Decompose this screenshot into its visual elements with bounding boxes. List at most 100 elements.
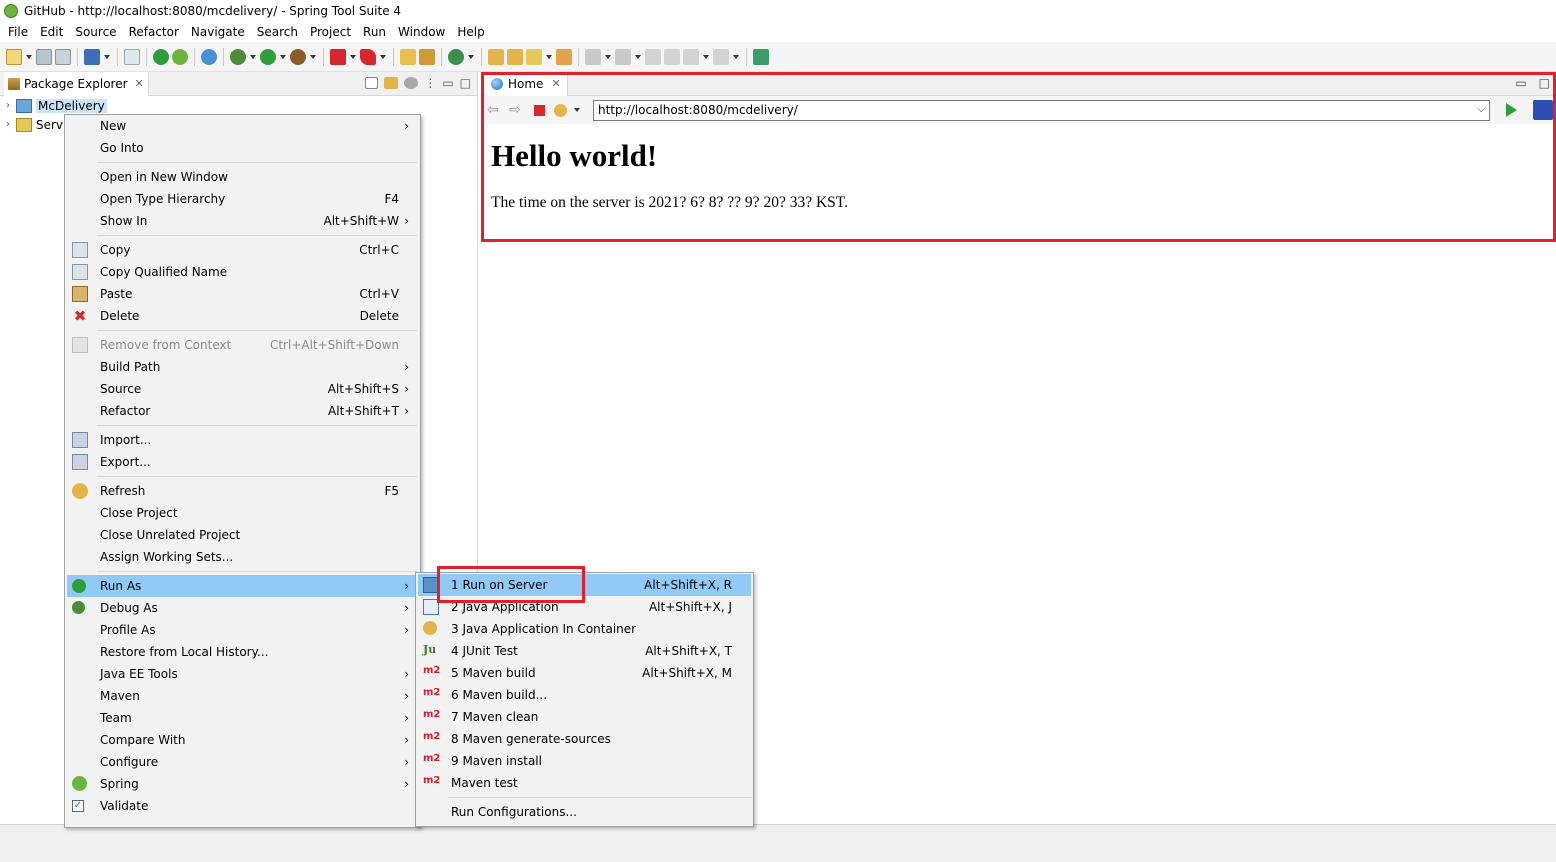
- menu-file[interactable]: File: [2, 25, 34, 39]
- new-class-dropdown-icon[interactable]: [467, 49, 475, 65]
- new-icon[interactable]: [6, 48, 22, 65]
- save-all-icon[interactable]: [55, 48, 71, 65]
- view-menu-icon[interactable]: ⋮: [424, 76, 436, 90]
- expand-arrow-icon[interactable]: ›: [6, 100, 16, 111]
- minimize-icon[interactable]: ▭: [1515, 76, 1526, 90]
- submenu-item-java-application-in-container[interactable]: 3 Java Application In Container: [418, 618, 751, 640]
- menu-item-run-as[interactable]: Run As ›: [67, 575, 418, 597]
- menu-window[interactable]: Window: [392, 25, 451, 39]
- maximize-icon[interactable]: □: [1539, 76, 1550, 90]
- close-icon[interactable]: ✕: [551, 77, 560, 90]
- run-dropdown-icon[interactable]: [279, 49, 287, 65]
- terminal-icon[interactable]: [84, 48, 100, 65]
- focus-icon[interactable]: [404, 77, 419, 89]
- open-type-icon[interactable]: [488, 48, 504, 65]
- submenu-item-run-configurations[interactable]: Run Configurations...: [418, 801, 751, 823]
- launch-server-icon[interactable]: [360, 48, 376, 65]
- open-perspective-icon[interactable]: [753, 48, 769, 65]
- new-dropdown-icon[interactable]: [25, 49, 33, 65]
- forward-icon[interactable]: ⇨: [509, 102, 525, 118]
- menu-item-profile-as[interactable]: Profile As ›: [67, 619, 418, 641]
- menu-item-export[interactable]: Export...: [67, 451, 418, 473]
- menu-item-open-in-new-window[interactable]: Open in New Window: [67, 166, 418, 188]
- menu-item-debug-as[interactable]: Debug As ›: [67, 597, 418, 619]
- maximize-icon[interactable]: □: [460, 76, 471, 90]
- forward-edit-icon[interactable]: [664, 48, 680, 65]
- submenu-item-maven-generate-sources[interactable]: m2 8 Maven generate-sources: [418, 728, 751, 750]
- menu-item-java-ee-tools[interactable]: Java EE Tools ›: [67, 663, 418, 685]
- search-icon[interactable]: [526, 48, 542, 65]
- menu-item-assign-working-sets[interactable]: Assign Working Sets...: [67, 546, 418, 568]
- stop-icon[interactable]: [534, 104, 545, 116]
- go-icon[interactable]: [1506, 103, 1517, 117]
- menu-item-team[interactable]: Team ›: [67, 707, 418, 729]
- url-input[interactable]: http://localhost:8080/mcdelivery/ ⌵: [593, 99, 1490, 121]
- tab-home[interactable]: Home ✕: [485, 71, 568, 96]
- menu-item-validate[interactable]: ✓ Validate: [67, 795, 418, 817]
- submenu-item-junit-test[interactable]: Ju 4 JUnit Test Alt+Shift+X, T: [418, 640, 751, 662]
- back-icon[interactable]: ⇦: [487, 102, 503, 118]
- menu-item-open-type-hierarchy[interactable]: Open Type Hierarchy F4: [67, 188, 418, 210]
- menu-item-configure[interactable]: Configure ›: [67, 751, 418, 773]
- menu-project[interactable]: Project: [304, 25, 357, 39]
- tab-package-explorer[interactable]: Package Explorer ✕: [4, 71, 149, 96]
- spring-icon[interactable]: [172, 48, 188, 65]
- stop-icon[interactable]: [330, 48, 346, 65]
- close-icon[interactable]: ✕: [135, 77, 144, 90]
- open-external-browser-icon[interactable]: [1533, 100, 1553, 120]
- globe-icon[interactable]: [201, 48, 217, 65]
- last-edit-icon[interactable]: [645, 48, 661, 65]
- external-tools-icon[interactable]: [290, 48, 306, 65]
- menu-item-restore-from-local-history[interactable]: Restore from Local History...: [67, 641, 418, 663]
- menu-item-show-in[interactable]: Show In Alt+Shift+W ›: [67, 210, 418, 232]
- debug-icon[interactable]: [230, 48, 246, 65]
- menu-item-maven[interactable]: Maven ›: [67, 685, 418, 707]
- skip-breakpoints-icon[interactable]: [124, 48, 140, 65]
- open-folder-icon[interactable]: [556, 48, 572, 65]
- tree-item-mcdelivery[interactable]: › McDelivery: [0, 96, 477, 115]
- menu-item-refresh[interactable]: Refresh F5: [67, 480, 418, 502]
- external-tools-dropdown-icon[interactable]: [309, 49, 317, 65]
- menu-item-remove-from-context[interactable]: Remove from Context Ctrl+Alt+Shift+Down: [67, 334, 418, 356]
- submenu-item-java-application[interactable]: 2 Java Application Alt+Shift+X, J: [418, 596, 751, 618]
- menu-item-close-unrelated-project[interactable]: Close Unrelated Project: [67, 524, 418, 546]
- submenu-item-maven-clean[interactable]: m2 7 Maven clean: [418, 706, 751, 728]
- menu-search[interactable]: Search: [251, 25, 304, 39]
- new-class-icon[interactable]: [448, 48, 464, 65]
- new-package-icon[interactable]: [419, 48, 435, 65]
- refresh-dropdown-icon[interactable]: [573, 102, 581, 118]
- menu-source[interactable]: Source: [69, 25, 122, 39]
- submenu-item-maven-build[interactable]: m2 5 Maven build Alt+Shift+X, M: [418, 662, 751, 684]
- previous-annotation-dropdown-icon[interactable]: [634, 49, 642, 65]
- new-java-project-icon[interactable]: [400, 48, 416, 65]
- collapse-all-icon[interactable]: [365, 77, 379, 89]
- menu-item-paste[interactable]: Paste Ctrl+V: [67, 283, 418, 305]
- save-icon[interactable]: [36, 48, 52, 65]
- submenu-item-maven-build-dialog[interactable]: m2 6 Maven build...: [418, 684, 751, 706]
- debug-dropdown-icon[interactable]: [249, 49, 257, 65]
- terminal-dropdown-icon[interactable]: [103, 49, 111, 65]
- menu-navigate[interactable]: Navigate: [185, 25, 251, 39]
- menu-item-refactor[interactable]: Refactor Alt+Shift+T ›: [67, 400, 418, 422]
- menu-item-spring[interactable]: Spring ›: [67, 773, 418, 795]
- link-with-editor-icon[interactable]: [384, 77, 399, 89]
- minimize-icon[interactable]: ▭: [442, 76, 453, 90]
- previous-annotation-icon[interactable]: [615, 48, 631, 65]
- refresh-icon[interactable]: [554, 103, 567, 117]
- menu-item-copy[interactable]: Copy Ctrl+C: [67, 239, 418, 261]
- menu-help[interactable]: Help: [451, 25, 490, 39]
- menu-edit[interactable]: Edit: [34, 25, 69, 39]
- menu-item-delete[interactable]: ✖ Delete Delete: [67, 305, 418, 327]
- expand-arrow-icon[interactable]: ›: [6, 119, 16, 130]
- search-dropdown-icon[interactable]: [545, 49, 553, 65]
- run-icon[interactable]: [260, 48, 276, 65]
- submenu-item-maven-install[interactable]: m2 9 Maven install: [418, 750, 751, 772]
- menu-item-copy-qualified-name[interactable]: Copy Qualified Name: [67, 261, 418, 283]
- forward-dropdown-icon[interactable]: [732, 49, 740, 65]
- url-dropdown-icon[interactable]: ⌵: [1477, 104, 1485, 115]
- next-annotation-dropdown-icon[interactable]: [604, 49, 612, 65]
- next-annotation-icon[interactable]: [585, 48, 601, 65]
- forward-icon[interactable]: [713, 48, 729, 65]
- submenu-item-run-on-server[interactable]: 1 Run on Server Alt+Shift+X, R: [418, 574, 751, 596]
- launch-server-dropdown-icon[interactable]: [379, 49, 387, 65]
